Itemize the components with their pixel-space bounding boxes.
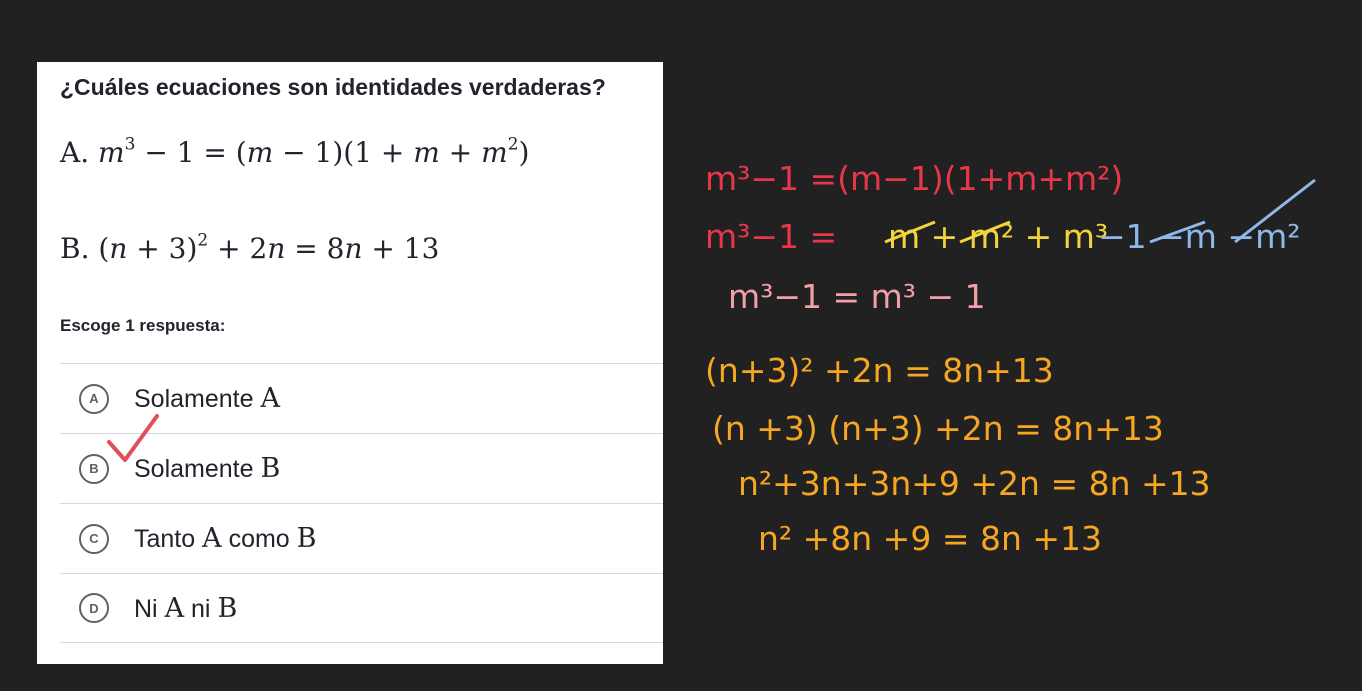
note-line-1: m³−1 =(m−1)(1+m+m²) (705, 159, 1123, 198)
scratch-notes: m³−1 =(m−1)(1+m+m²) m³−1 = m + m² + m³ −… (705, 159, 1316, 558)
note-line-3: m³−1 = m³ − 1 (728, 277, 986, 316)
note-line-4: (n+3)² +2n = 8n+13 (705, 351, 1054, 390)
note-line-6: n²+3n+3n+9 +2n = 8n +13 (738, 464, 1211, 503)
note-line-7: n² +8n +9 = 8n +13 (758, 519, 1102, 558)
note-line-5: (n +3) (n+3) +2n = 8n+13 (712, 409, 1164, 448)
note-line-2b: m + m² + m³ (888, 217, 1108, 256)
note-line-2a: m³−1 = (705, 217, 837, 256)
